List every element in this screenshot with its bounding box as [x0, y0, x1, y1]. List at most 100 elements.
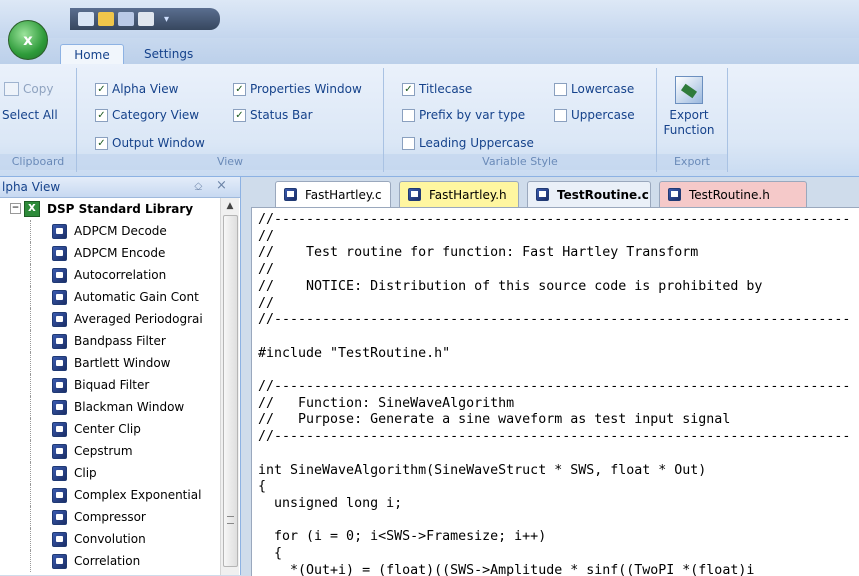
checkbox-unchecked-icon [554, 82, 567, 96]
tree-item[interactable]: Cepstrum [0, 440, 220, 462]
tree-item[interactable]: ADPCM Decode [0, 220, 220, 242]
function-icon [52, 377, 67, 393]
document-tab[interactable]: TestRoutine.h [659, 181, 807, 207]
print-icon[interactable] [138, 12, 154, 26]
scroll-up-icon[interactable]: ▲ [221, 198, 239, 214]
ribbon: Copy Select All Clipboard ✓ Alpha View ✓… [0, 64, 859, 177]
checkbox-checked-icon: ✓ [95, 136, 108, 150]
select-all-button[interactable]: Select All [2, 108, 58, 122]
tree-item[interactable]: Clip [0, 462, 220, 484]
tree-item[interactable]: Compressor [0, 506, 220, 528]
tree-connector [30, 550, 32, 572]
tools-icon[interactable] [118, 12, 134, 26]
tree-connector [30, 352, 32, 374]
document-tab-label: FastHartley.c [305, 187, 382, 202]
output-window-checkbox[interactable]: ✓ Output Window [95, 136, 205, 150]
tree-item[interactable]: ADPCM Encode [0, 242, 220, 264]
tree-item[interactable]: Biquad Filter [0, 374, 220, 396]
function-tree: − DSP Standard Library ADPCM DecodeADPCM… [0, 198, 220, 575]
checkbox-checked-icon: ✓ [233, 108, 246, 122]
tree-item-label: Complex Exponential [74, 488, 202, 502]
open-folder-icon[interactable] [98, 12, 114, 26]
tree-item-label: Blackman Window [74, 400, 185, 414]
properties-window-checkbox[interactable]: ✓ Properties Window [233, 82, 362, 96]
prefix-by-var-type-checkbox[interactable]: Prefix by var type [402, 108, 525, 122]
tree-item[interactable]: Bandpass Filter [0, 330, 220, 352]
code-editor[interactable]: //--------------------------------------… [251, 207, 859, 576]
tree-connector [30, 440, 32, 462]
tree-item-label: Center Clip [74, 422, 141, 436]
tree-item[interactable]: Convolution [0, 528, 220, 550]
vertical-scrollbar[interactable]: ▲ [220, 198, 239, 575]
tab-settings[interactable]: Settings [134, 44, 203, 64]
tree-item[interactable]: Correlation [0, 550, 220, 572]
copy-label: Copy [23, 82, 54, 96]
tree-connector [30, 506, 32, 528]
clipboard-group: Copy Select All Clipboard [0, 68, 77, 172]
copy-button[interactable]: Copy [4, 82, 53, 96]
grip-icon [227, 516, 234, 524]
view-group-title: View [77, 154, 383, 170]
close-icon[interactable]: × [216, 178, 227, 193]
lowercase-checkbox[interactable]: Lowercase [554, 82, 634, 96]
export-function-button[interactable]: Export Function [663, 76, 715, 138]
leading-uppercase-label: Leading Uppercase [419, 136, 534, 150]
tree-connector [30, 242, 32, 264]
panel-header: lpha View ⎐ × [0, 177, 240, 198]
scroll-thumb[interactable] [223, 215, 238, 567]
tree-items: ADPCM Decode ADPCM Encode Autocorrelation A… [0, 220, 220, 572]
titlecase-checkbox[interactable]: ✓ Titlecase [402, 82, 472, 96]
document-tab-label: FastHartley.h [429, 187, 507, 202]
alpha-view-checkbox[interactable]: ✓ Alpha View [95, 82, 178, 96]
document-tab[interactable]: TestRoutine.c [527, 181, 651, 207]
document-tabs: FastHartley.c FastHartley.h TestRoutine.c T… [241, 181, 859, 207]
uppercase-checkbox[interactable]: Uppercase [554, 108, 635, 122]
tree-connector [30, 462, 32, 484]
document-tab[interactable]: FastHartley.c [275, 181, 391, 207]
tree-item[interactable]: Blackman Window [0, 396, 220, 418]
tree-item[interactable]: Bartlett Window [0, 352, 220, 374]
tree-item[interactable]: Averaged Periodograi [0, 308, 220, 330]
tree-item[interactable]: Center Clip [0, 418, 220, 440]
variable-style-group: ✓ Titlecase Prefix by var type Leading U… [384, 68, 657, 172]
tab-home[interactable]: Home [60, 44, 124, 64]
source-code[interactable]: //--------------------------------------… [252, 208, 859, 576]
function-icon [52, 465, 67, 481]
application-button[interactable]: x [8, 20, 48, 60]
category-view-label: Category View [112, 108, 200, 122]
tree-connector [30, 330, 32, 352]
select-all-label: Select All [2, 108, 58, 122]
checkbox-unchecked-icon [402, 108, 415, 122]
function-icon [52, 245, 67, 261]
collapse-icon[interactable]: − [10, 203, 21, 214]
function-icon [52, 487, 67, 503]
document-tab[interactable]: FastHartley.h [399, 181, 519, 207]
uppercase-label: Uppercase [571, 108, 635, 122]
leading-uppercase-checkbox[interactable]: Leading Uppercase [402, 136, 534, 150]
customize-toolbar-icon[interactable]: ▾ [164, 14, 169, 25]
tree-item-label: Averaged Periodograi [74, 312, 203, 326]
tree-item[interactable]: Automatic Gain Cont [0, 286, 220, 308]
document-tab-label: TestRoutine.h [689, 187, 770, 202]
library-icon [24, 200, 40, 217]
checkbox-unchecked-icon [554, 108, 567, 122]
status-bar-checkbox[interactable]: ✓ Status Bar [233, 108, 313, 122]
function-icon [52, 399, 67, 415]
tree-item-label: Biquad Filter [74, 378, 150, 392]
tree-item-label: Autocorrelation [74, 268, 167, 282]
category-view-checkbox[interactable]: ✓ Category View [95, 108, 199, 122]
tree-item[interactable]: Autocorrelation [0, 264, 220, 286]
pin-icon[interactable]: ⎐ [194, 180, 203, 194]
checkbox-unchecked-icon [402, 136, 415, 150]
tree-root[interactable]: − DSP Standard Library [0, 198, 220, 220]
tree-item-label: Bartlett Window [74, 356, 171, 370]
tree-item-label: Convolution [74, 532, 146, 546]
tree-connector [30, 374, 32, 396]
tree-item[interactable]: Complex Exponential [0, 484, 220, 506]
checkbox-checked-icon: ✓ [95, 108, 108, 122]
tree-item-label: Correlation [74, 554, 141, 568]
tree-item-label: Compressor [74, 510, 146, 524]
quick-access-toolbar: ▾ [70, 8, 220, 30]
title-bar: ▾ [0, 0, 859, 38]
new-file-icon[interactable] [78, 12, 94, 26]
